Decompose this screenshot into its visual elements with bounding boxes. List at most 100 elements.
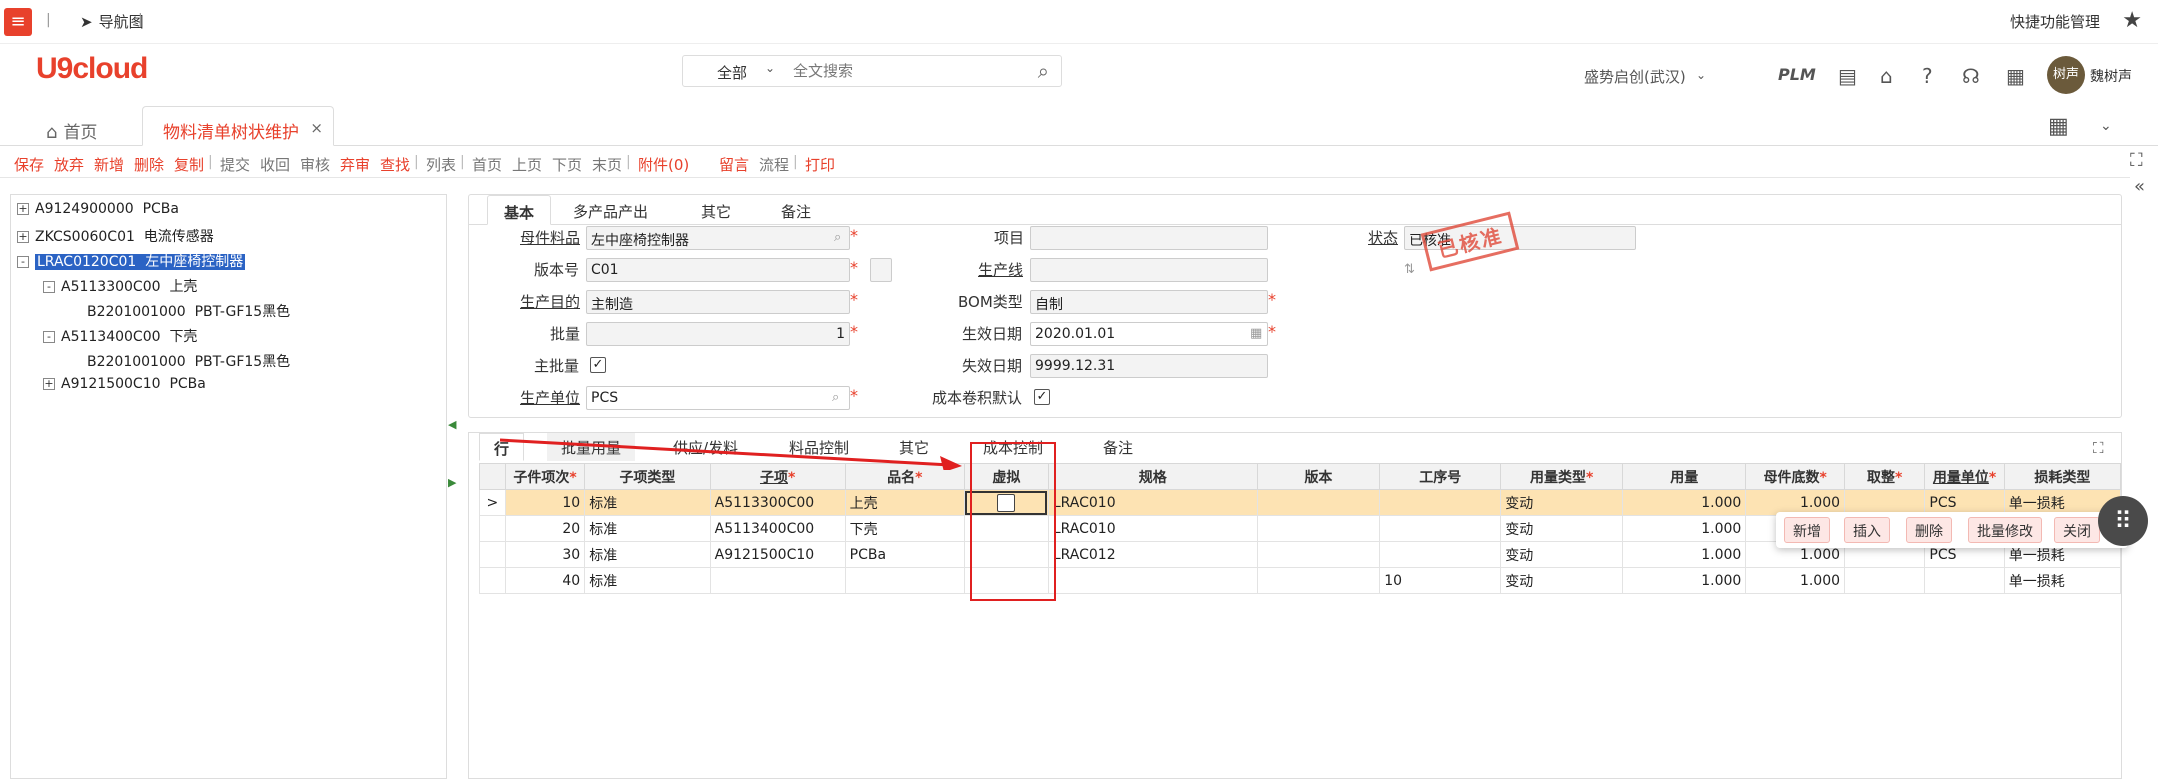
table-cell[interactable]: [844, 567, 965, 594]
row-delete-button[interactable]: 删除: [1906, 517, 1952, 543]
column-header[interactable]: 品名*: [844, 463, 965, 490]
table-cell[interactable]: [1844, 567, 1926, 594]
expand-icon[interactable]: ⛶: [2093, 439, 2104, 457]
table-cell[interactable]: 20: [504, 515, 586, 542]
version-picker-button[interactable]: [870, 258, 892, 282]
toolbar-button[interactable]: 首页: [472, 154, 502, 175]
table-cell[interactable]: 变动: [1500, 541, 1624, 568]
table-cell[interactable]: 1.000: [1622, 567, 1747, 594]
fullscreen-icon[interactable]: ⛶: [2130, 150, 2143, 171]
parent-item-field[interactable]: 左中座椅控制器: [586, 226, 850, 250]
table-cell[interactable]: 标准: [584, 541, 711, 568]
collapse-icon[interactable]: -: [43, 331, 55, 343]
table-cell[interactable]: 标准: [584, 515, 711, 542]
status-label[interactable]: 状态: [1368, 227, 1398, 248]
plm-link[interactable]: PLM: [1778, 65, 1816, 84]
column-header[interactable]: 损耗类型: [2003, 463, 2122, 490]
unit-field[interactable]: PCS: [586, 386, 850, 410]
search-icon[interactable]: ⌕: [832, 390, 839, 405]
main-batch-checkbox[interactable]: ✓: [590, 357, 606, 373]
effective-date-field[interactable]: 2020.01.01: [1030, 322, 1268, 346]
table-cell[interactable]: 10: [1379, 567, 1502, 594]
table-cell[interactable]: A5113400C00: [709, 515, 846, 542]
toolbar-button[interactable]: 删除: [134, 154, 164, 175]
toolbar-button[interactable]: 附件(0): [638, 154, 689, 175]
table-cell[interactable]: 变动: [1500, 515, 1624, 542]
tree-node[interactable]: B2201001000 PBT-GF15黑色: [69, 351, 290, 371]
column-header[interactable]: 子件项次*: [504, 463, 586, 490]
table-cell[interactable]: 1.000: [1745, 567, 1846, 594]
tab-remark[interactable]: 备注: [765, 195, 827, 225]
tree-node[interactable]: + A9124900000 PCBa: [17, 201, 179, 217]
line-label[interactable]: 生产线: [978, 259, 1023, 280]
toolbar-button[interactable]: 收回: [260, 154, 290, 175]
virtual-cell[interactable]: [963, 515, 1049, 542]
column-header[interactable]: 虚拟: [963, 463, 1049, 490]
tab-cost-control[interactable]: 成本控制: [969, 433, 1057, 461]
toolbar-button[interactable]: 列表: [426, 154, 456, 175]
toolbar-button[interactable]: 留言: [719, 154, 749, 175]
tree-node[interactable]: + A9121500C10 PCBa: [43, 376, 206, 392]
table-cell[interactable]: 1.000: [1622, 541, 1747, 568]
virtual-checkbox[interactable]: [997, 493, 1016, 512]
tree-node[interactable]: - A5113300C00 上壳: [43, 276, 197, 296]
tab-grid-remark[interactable]: 备注: [1089, 433, 1147, 461]
column-header[interactable]: 规格: [1047, 463, 1258, 490]
toolbar-button[interactable]: 下页: [552, 154, 582, 175]
tree-node[interactable]: - A5113400C00 下壳: [43, 326, 197, 346]
table-cell[interactable]: A9121500C10: [709, 541, 846, 568]
table-row[interactable]: 40 标准 10 变动 1.000 1.000 单一损耗: [479, 567, 2122, 594]
table-cell[interactable]: [1379, 541, 1502, 568]
table-cell[interactable]: [709, 567, 846, 594]
virtual-cell[interactable]: [963, 567, 1049, 594]
toolbar-button[interactable]: 保存: [14, 154, 44, 175]
version-field[interactable]: C01: [586, 258, 850, 282]
calendar-icon[interactable]: ▦: [2006, 64, 2025, 88]
expand-icon[interactable]: +: [17, 203, 29, 215]
table-cell[interactable]: [1379, 515, 1502, 542]
table-cell[interactable]: [1379, 489, 1502, 516]
tab-item-control[interactable]: 料品控制: [775, 433, 863, 461]
toolbar-button[interactable]: 末页: [592, 154, 622, 175]
batch-field[interactable]: 1: [586, 322, 850, 346]
chevron-down-icon[interactable]: ⌄: [2100, 118, 2112, 134]
virtual-cell[interactable]: [963, 541, 1049, 568]
star-icon[interactable]: ★: [2122, 8, 2142, 33]
virtual-cell[interactable]: [963, 489, 1049, 516]
column-header[interactable]: 用量: [1622, 463, 1747, 490]
row-add-button[interactable]: 新增: [1784, 517, 1830, 543]
column-header[interactable]: 版本: [1256, 463, 1381, 490]
help-icon[interactable]: ?: [1922, 64, 1933, 88]
toolbar-button[interactable]: 流程: [759, 154, 789, 175]
expiry-date-field[interactable]: 9999.12.31: [1030, 354, 1268, 378]
nav-map-link[interactable]: ➤ 导航图: [80, 11, 144, 32]
search-input[interactable]: [793, 60, 1013, 82]
table-cell[interactable]: 40: [504, 567, 586, 594]
line-field[interactable]: [1030, 258, 1268, 282]
table-cell[interactable]: 上壳: [844, 489, 965, 516]
tab-home[interactable]: ⌂ 首页: [46, 118, 97, 143]
table-cell[interactable]: 1.000: [1622, 515, 1747, 542]
purpose-field[interactable]: 主制造: [586, 290, 850, 314]
project-field[interactable]: [1030, 226, 1268, 250]
table-cell[interactable]: LRAC010: [1047, 515, 1258, 542]
table-cell[interactable]: 1.000: [1622, 489, 1747, 516]
chevron-down-icon[interactable]: ⌄: [1696, 68, 1706, 82]
table-cell[interactable]: [1256, 489, 1381, 516]
table-cell[interactable]: [1047, 567, 1258, 594]
grid-menu-icon[interactable]: ⠿: [2098, 496, 2148, 546]
table-cell[interactable]: [1256, 541, 1381, 568]
unit-label[interactable]: 生产单位: [520, 387, 580, 408]
tab-basic[interactable]: 基本: [487, 195, 552, 225]
username[interactable]: 魏树声: [2090, 66, 2132, 86]
toolbar-button[interactable]: 复制: [174, 154, 204, 175]
column-header[interactable]: 母件底数*: [1745, 463, 1846, 490]
company-selector[interactable]: 盛势启创(武汉): [1584, 66, 1686, 87]
table-cell[interactable]: 变动: [1500, 489, 1624, 516]
row-insert-button[interactable]: 插入: [1844, 517, 1890, 543]
table-cell[interactable]: 单一损耗: [2003, 567, 2122, 594]
table-cell[interactable]: 变动: [1500, 567, 1624, 594]
splitter-arrow-icon[interactable]: ◀: [448, 418, 456, 431]
expand-icon[interactable]: +: [43, 378, 55, 390]
purpose-label[interactable]: 生产目的: [520, 291, 580, 312]
